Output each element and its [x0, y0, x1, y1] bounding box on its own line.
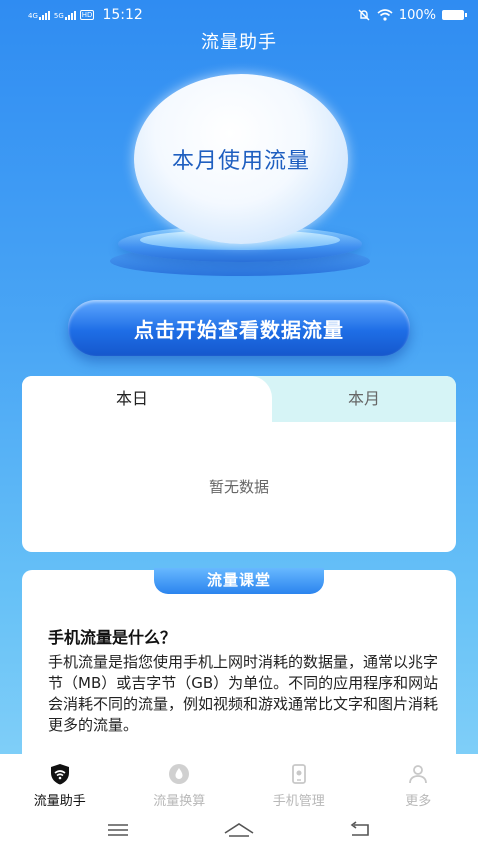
page-title: 流量助手: [201, 32, 277, 53]
usage-bubble[interactable]: 本月使用流量: [134, 74, 348, 244]
empty-state-text: 暂无数据: [208, 478, 269, 496]
status-right: 100%: [357, 7, 467, 23]
battery-percent: 100%: [398, 7, 436, 23]
lesson-body: 手机流量是指您使用手机上网时消耗的数据量，通常以兆字节（MB）或吉字节（GB）为…: [48, 653, 439, 734]
battery-icon: [442, 10, 467, 20]
nav-label: 流量助手: [33, 794, 86, 809]
signal-bars-icon: [64, 10, 76, 20]
nav-item-traffic-convert[interactable]: 流量换算: [120, 754, 240, 810]
mute-icon: [358, 9, 370, 21]
status-bar: 4G 5G HD 15:12 100%: [0, 0, 478, 30]
wifi-shield-icon: [48, 762, 72, 786]
usage-tabs: 本日 本月: [22, 376, 456, 424]
signal-5g: 5G: [53, 10, 76, 20]
tab-month[interactable]: 本月: [272, 376, 456, 422]
status-left: 4G 5G HD 15:12: [28, 7, 143, 23]
menu-icon[interactable]: [106, 822, 130, 838]
home-icon[interactable]: [223, 821, 255, 839]
nav-item-traffic-assistant[interactable]: 流量助手: [0, 754, 120, 810]
tab-day-label[interactable]: 本日: [22, 376, 242, 422]
nav-label: 流量换算: [153, 794, 206, 809]
user-icon: [406, 762, 430, 786]
back-icon[interactable]: [348, 821, 372, 839]
nav-item-phone-manage[interactable]: 手机管理: [239, 754, 359, 810]
nav-label: 手机管理: [272, 794, 325, 809]
lesson-title: 手机流量是什么？: [48, 628, 177, 647]
view-data-button[interactable]: 点击开始查看数据流量: [68, 300, 410, 356]
signal-bars-icon: [38, 10, 50, 20]
lesson-badge: 流量课堂: [154, 568, 324, 594]
status-time: 15:12: [102, 7, 143, 23]
bottom-nav: 流量助手 流量换算 手机管理 更多: [0, 754, 478, 810]
nav-item-more[interactable]: 更多: [359, 754, 478, 810]
nav-label: 更多: [405, 794, 432, 809]
signal-4g: 4G: [28, 10, 50, 20]
drop-icon: [167, 762, 191, 786]
wifi-icon: [377, 9, 393, 21]
usage-card: 本日 本月 暂无数据: [22, 376, 456, 552]
bubble-label: 本月使用流量: [171, 149, 310, 174]
network-label-1: 4G: [28, 11, 38, 20]
network-label-2: 5G: [53, 11, 64, 20]
hd-badge: HD: [79, 10, 95, 20]
phone-icon: [287, 762, 311, 786]
system-nav-bar: [0, 810, 478, 850]
